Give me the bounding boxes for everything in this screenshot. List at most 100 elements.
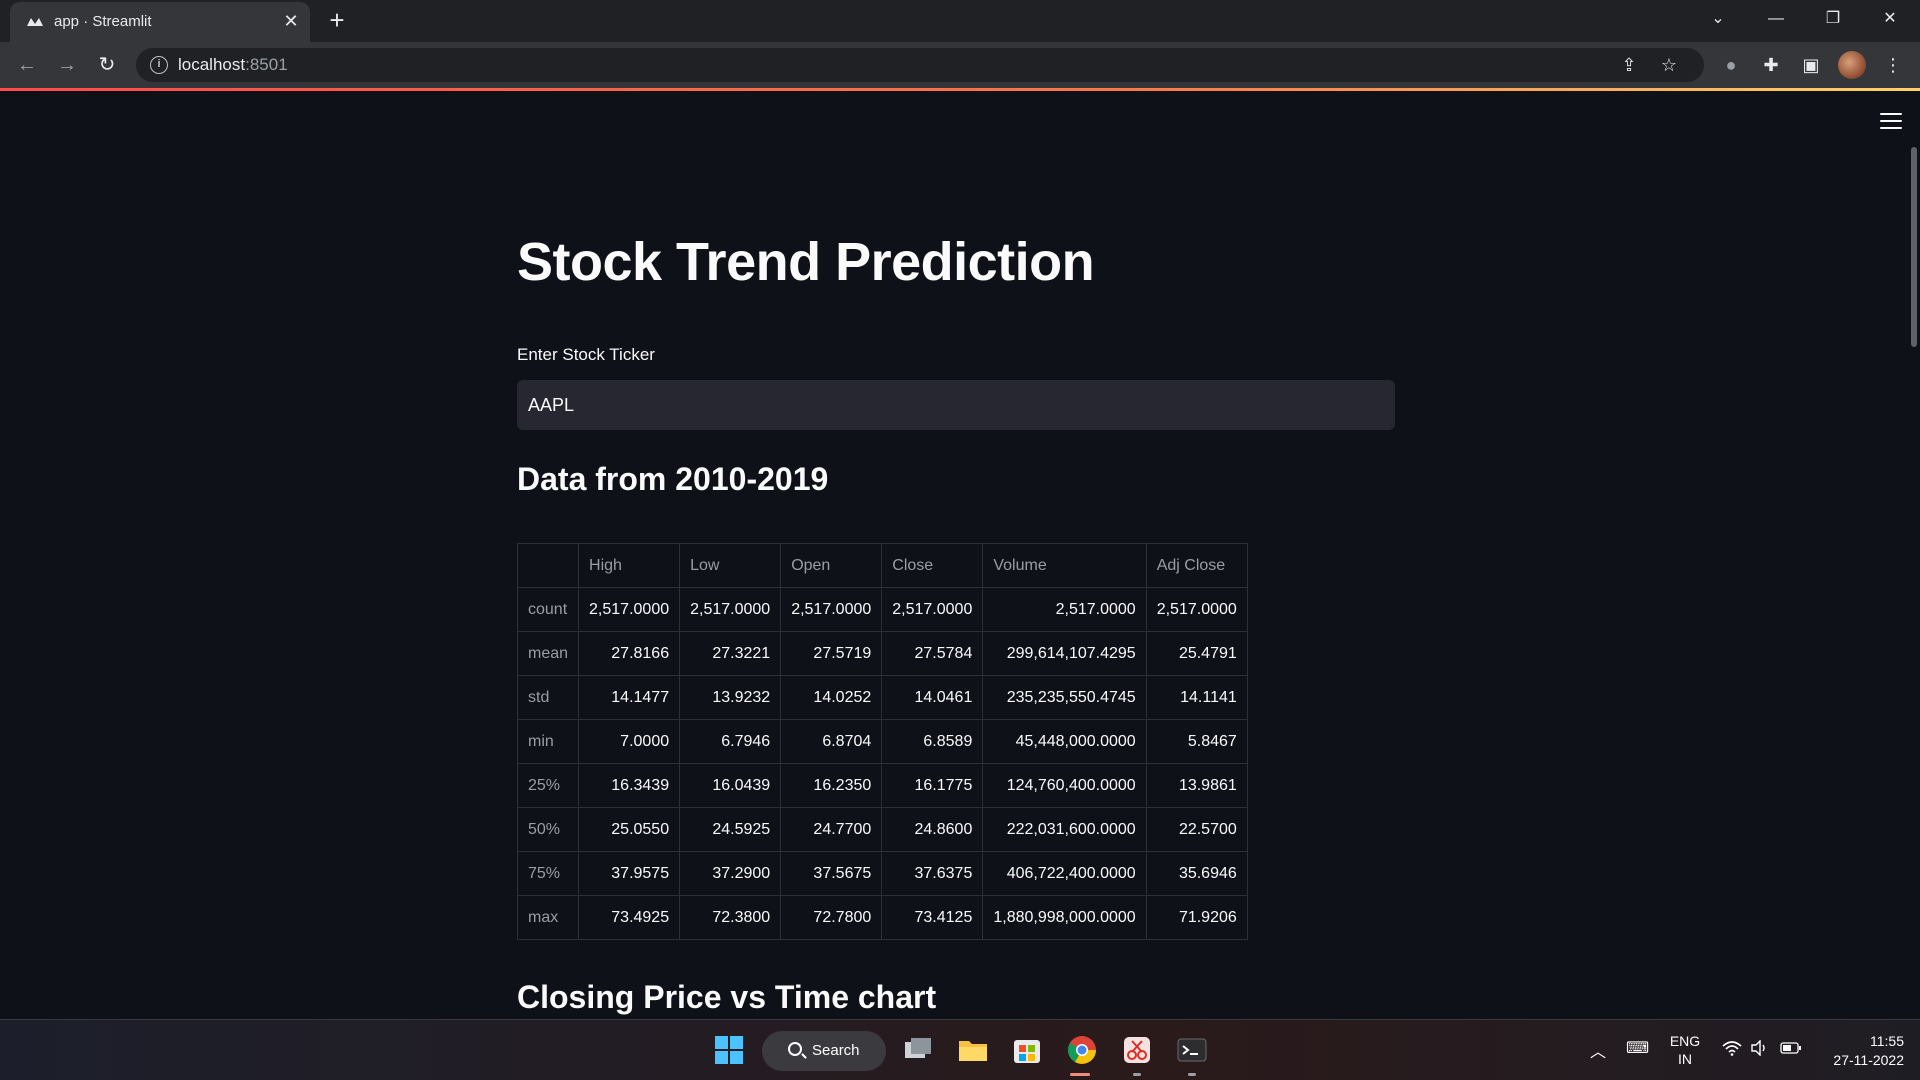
table-cell[interactable]: 72.7800: [780, 895, 883, 940]
table-cell[interactable]: 45,448,000.0000: [982, 719, 1147, 764]
table-cell[interactable]: 24.5925: [679, 807, 782, 852]
table-cell[interactable]: 25.0550: [578, 807, 681, 852]
close-icon[interactable]: ✕: [280, 10, 302, 32]
windows-start-icon[interactable]: [712, 1033, 746, 1067]
table-cell[interactable]: 1,880,998,000.0000: [982, 895, 1147, 940]
table-cell[interactable]: 2,517.0000: [982, 587, 1147, 632]
table-cell[interactable]: 13.9232: [679, 675, 782, 720]
clock[interactable]: 11:55 27-11-2022: [1816, 1032, 1904, 1070]
table-cell[interactable]: 16.3439: [578, 763, 681, 808]
sidepanel-icon[interactable]: ▣: [1798, 52, 1824, 78]
reload-icon[interactable]: ↻: [92, 50, 122, 80]
table-cell[interactable]: 14.1477: [578, 675, 681, 720]
restore-icon[interactable]: ❐: [1805, 0, 1861, 40]
table-cell[interactable]: 6.7946: [679, 719, 782, 764]
table-cell[interactable]: 2,517.0000: [1145, 587, 1248, 632]
table-cell[interactable]: 27.5719: [780, 631, 883, 676]
menu-icon[interactable]: ⋮: [1880, 52, 1906, 78]
table-cell[interactable]: 24.8600: [881, 807, 984, 852]
column-header[interactable]: Adj Close: [1145, 543, 1248, 588]
task-view-icon[interactable]: [901, 1033, 935, 1067]
table-cell[interactable]: 2,517.0000: [578, 587, 681, 632]
column-header[interactable]: Volume: [982, 543, 1147, 588]
browser-tab-active[interactable]: app · Streamlit ✕: [10, 2, 310, 42]
wifi-icon[interactable]: [1722, 1040, 1742, 1056]
table-cell[interactable]: 2,517.0000: [881, 587, 984, 632]
table-cell[interactable]: 37.5675: [780, 851, 883, 896]
table-cell[interactable]: 27.5784: [881, 631, 984, 676]
chevron-down-icon[interactable]: ⌄: [1690, 0, 1746, 40]
row-index[interactable]: count: [516, 587, 580, 632]
taskbar-search-button[interactable]: Search: [762, 1031, 886, 1071]
table-cell[interactable]: 16.0439: [679, 763, 782, 808]
table-cell[interactable]: 24.7700: [780, 807, 883, 852]
keyboard-icon[interactable]: ⌨: [1626, 1038, 1649, 1058]
table-cell[interactable]: 73.4925: [578, 895, 681, 940]
row-index[interactable]: 75%: [516, 851, 580, 896]
table-cell[interactable]: 27.8166: [578, 631, 681, 676]
window-close-icon[interactable]: ✕: [1862, 0, 1918, 40]
file-explorer-icon[interactable]: [956, 1033, 990, 1067]
back-icon[interactable]: ←: [12, 50, 42, 80]
table-cell[interactable]: 222,031,600.0000: [982, 807, 1147, 852]
microsoft-store-icon[interactable]: [1010, 1033, 1044, 1067]
chrome-icon[interactable]: [1065, 1033, 1099, 1067]
table-cell[interactable]: 2,517.0000: [780, 587, 883, 632]
row-index[interactable]: 25%: [516, 763, 580, 808]
star-icon[interactable]: ☆: [1656, 52, 1682, 78]
column-header[interactable]: Close: [881, 543, 984, 588]
row-index[interactable]: max: [516, 895, 580, 940]
table-cell[interactable]: 37.2900: [679, 851, 782, 896]
puzzle-icon[interactable]: ✚: [1758, 52, 1784, 78]
table-cell[interactable]: 25.4791: [1145, 631, 1248, 676]
ticker-input[interactable]: [517, 380, 1395, 430]
describe-table[interactable]: High Low Open Close Volume Adj Close count 2,5…: [516, 543, 1248, 940]
table-cell[interactable]: 6.8589: [881, 719, 984, 764]
table-cell[interactable]: 124,760,400.0000: [982, 763, 1147, 808]
snipping-tool-icon[interactable]: [1120, 1033, 1154, 1067]
row-index[interactable]: min: [516, 719, 580, 764]
column-header[interactable]: Low: [679, 543, 782, 588]
address-bar[interactable]: i localhost:8501 ⇪ ☆: [136, 48, 1704, 82]
language-indicator[interactable]: ENG IN: [1668, 1032, 1702, 1068]
table-cell[interactable]: 14.0461: [881, 675, 984, 720]
info-icon[interactable]: i: [150, 56, 168, 74]
table-cell[interactable]: 27.3221: [679, 631, 782, 676]
table-cell[interactable]: 72.3800: [679, 895, 782, 940]
table-cell[interactable]: 7.0000: [578, 719, 681, 764]
row-index[interactable]: 50%: [516, 807, 580, 852]
extension-icon[interactable]: ●: [1718, 52, 1744, 78]
forward-icon[interactable]: →: [52, 50, 82, 80]
row-index[interactable]: std: [516, 675, 580, 720]
url-text[interactable]: localhost:8501: [178, 55, 288, 75]
table-cell[interactable]: 35.6946: [1145, 851, 1248, 896]
table-cell[interactable]: 71.9206: [1145, 895, 1248, 940]
plus-icon[interactable]: +: [324, 7, 350, 34]
row-index[interactable]: mean: [516, 631, 580, 676]
table-cell[interactable]: 13.9861: [1145, 763, 1248, 808]
avatar[interactable]: [1838, 51, 1866, 79]
scrollbar[interactable]: [1911, 147, 1917, 347]
table-cell[interactable]: 14.1141: [1145, 675, 1248, 720]
table-cell[interactable]: 2,517.0000: [679, 587, 782, 632]
table-cell[interactable]: 406,722,400.0000: [982, 851, 1147, 896]
column-header[interactable]: Open: [780, 543, 883, 588]
minimize-icon[interactable]: —: [1748, 0, 1804, 40]
table-cell[interactable]: 6.8704: [780, 719, 883, 764]
table-cell[interactable]: 16.2350: [780, 763, 883, 808]
table-cell[interactable]: 299,614,107.4295: [982, 631, 1147, 676]
table-cell[interactable]: 14.0252: [780, 675, 883, 720]
table-cell[interactable]: 5.8467: [1145, 719, 1248, 764]
battery-icon[interactable]: [1780, 1042, 1802, 1054]
table-cell[interactable]: 22.5700: [1145, 807, 1248, 852]
column-header[interactable]: High: [578, 543, 681, 588]
hamburger-icon[interactable]: [1880, 113, 1902, 131]
index-header[interactable]: [516, 543, 580, 588]
table-cell[interactable]: 16.1775: [881, 763, 984, 808]
table-cell[interactable]: 235,235,550.4745: [982, 675, 1147, 720]
share-icon[interactable]: ⇪: [1616, 52, 1642, 78]
chevron-up-icon[interactable]: ︿: [1590, 1038, 1606, 1062]
table-cell[interactable]: 37.9575: [578, 851, 681, 896]
table-cell[interactable]: 73.4125: [881, 895, 984, 940]
table-cell[interactable]: 37.6375: [881, 851, 984, 896]
